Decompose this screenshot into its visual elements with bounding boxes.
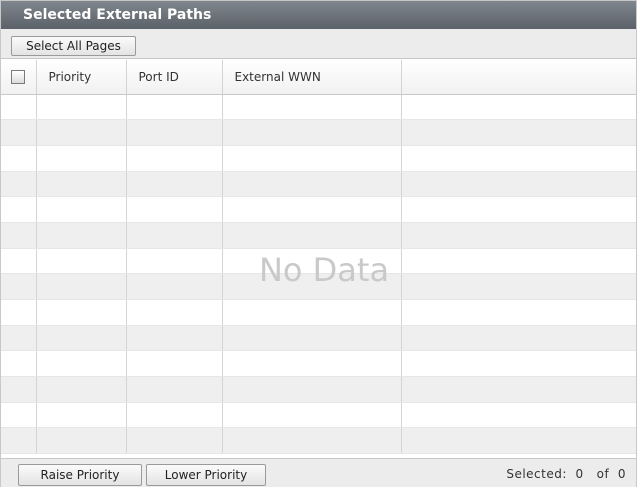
select-all-column-header[interactable] bbox=[1, 60, 37, 95]
table-row bbox=[1, 248, 636, 275]
table-row bbox=[1, 376, 636, 403]
table-row bbox=[1, 94, 636, 121]
selected-count: 0 bbox=[575, 467, 584, 481]
table-row bbox=[1, 427, 636, 455]
paths-table: Priority Port ID External WWN bbox=[1, 60, 636, 455]
table-row bbox=[1, 402, 636, 429]
selected-external-paths-panel: Selected External Paths Select All Pages… bbox=[0, 0, 637, 487]
table-row bbox=[1, 222, 636, 249]
table-header-row: Priority Port ID External WWN bbox=[1, 60, 636, 95]
selection-count: Selected: 0 of 0 bbox=[506, 467, 626, 481]
column-header-filler bbox=[401, 60, 636, 95]
panel-title: Selected External Paths bbox=[1, 1, 636, 29]
of-label: of bbox=[596, 467, 610, 481]
table-row bbox=[1, 299, 636, 326]
column-header-external-wwn[interactable]: External WWN bbox=[222, 60, 402, 95]
raise-priority-button[interactable]: Raise Priority bbox=[18, 464, 142, 486]
table-row bbox=[1, 350, 636, 378]
table-toolbar: Select All Pages bbox=[1, 29, 636, 59]
table-row bbox=[1, 273, 636, 300]
selected-label: Selected: bbox=[506, 467, 567, 481]
column-header-port-id[interactable]: Port ID bbox=[126, 60, 223, 95]
lower-priority-button[interactable]: Lower Priority bbox=[146, 464, 266, 486]
table-row bbox=[1, 325, 636, 352]
table-row bbox=[1, 145, 636, 172]
column-header-priority[interactable]: Priority bbox=[36, 60, 127, 95]
select-all-pages-button[interactable]: Select All Pages bbox=[11, 36, 136, 56]
total-count: 0 bbox=[617, 467, 626, 481]
paths-table-container[interactable]: Priority Port ID External WWN No Data bbox=[1, 60, 636, 458]
table-row bbox=[1, 171, 636, 198]
table-row bbox=[1, 119, 636, 146]
table-row bbox=[1, 196, 636, 223]
select-all-checkbox[interactable] bbox=[11, 70, 26, 84]
table-footer: Raise Priority Lower Priority Selected: … bbox=[1, 458, 636, 487]
